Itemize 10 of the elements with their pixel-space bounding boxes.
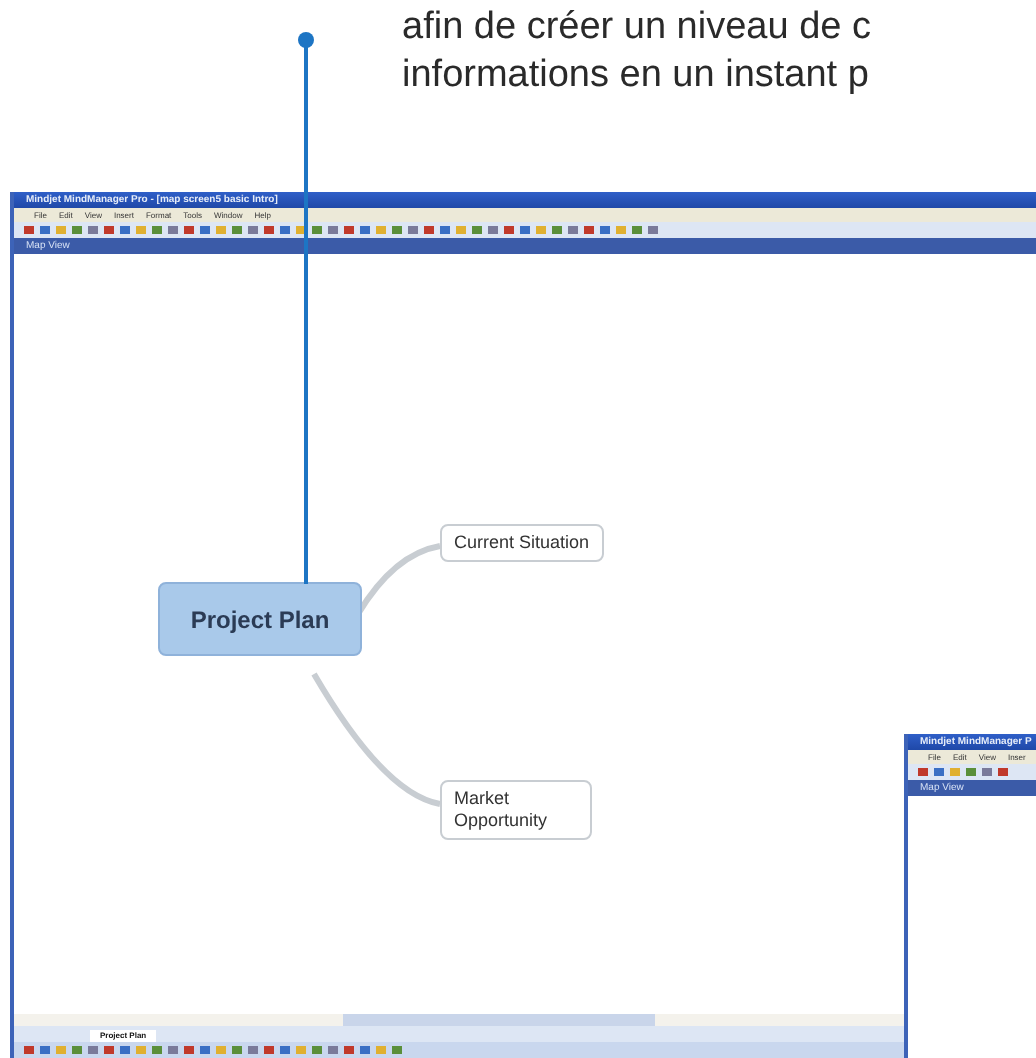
- toolbar-icons-drawing[interactable]: [22, 224, 662, 236]
- connector-line: [311, 672, 441, 807]
- text-line: informations en un instant p: [402, 52, 871, 100]
- central-topic[interactable]: Project Plan: [158, 582, 362, 656]
- horizontal-scrollbar[interactable]: [14, 1014, 904, 1026]
- subtopic[interactable]: Current Situation: [440, 524, 604, 562]
- toolbar-icons-drawing[interactable]: [916, 766, 1012, 778]
- toolbar-icons-drawing[interactable]: [22, 1044, 406, 1056]
- subtopic[interactable]: Market Opportunity: [440, 780, 592, 840]
- text-line: afin de créer un niveau de c: [402, 4, 871, 52]
